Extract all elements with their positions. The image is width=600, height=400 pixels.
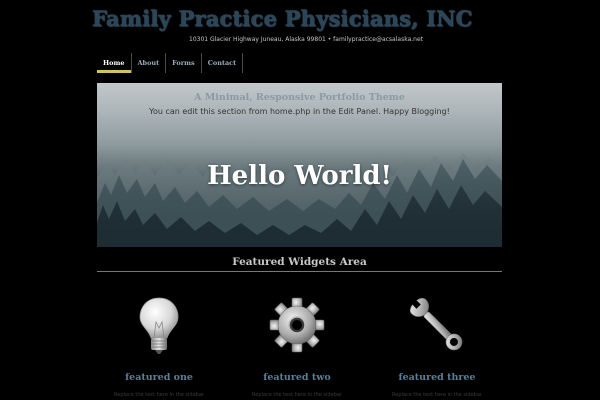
featured-widgets-title: Featured Widgets Area xyxy=(232,256,367,268)
widget-title[interactable]: featured two xyxy=(232,372,362,383)
site-address: 10301 Glacier Highway Juneau, Alaska 998… xyxy=(189,36,424,43)
section-divider xyxy=(97,271,502,272)
featured-widget-one: featured one Replace the text here in th… xyxy=(94,292,224,398)
hero-text: You can edit this section from home.php … xyxy=(149,107,450,116)
nav-item-forms[interactable]: Forms xyxy=(166,53,202,73)
hero-banner: A Minimal, Responsive Portfolio Theme Yo… xyxy=(97,83,502,247)
main-nav: Home About Forms Contact xyxy=(97,53,244,73)
widget-title[interactable]: featured three xyxy=(372,372,502,383)
site-title[interactable]: Family Practice Physicians, INC xyxy=(92,6,473,31)
hero-tagline: A Minimal, Responsive Portfolio Theme xyxy=(194,92,405,103)
widget-text: Replace the text here in the sidebar xyxy=(114,392,204,398)
widget-text: Replace the text here in the sidebar xyxy=(252,392,342,398)
hero-heading: Hello World! xyxy=(207,161,392,191)
widget-text: Replace the text here in the sidebar xyxy=(392,392,482,398)
gear-icon xyxy=(267,292,327,358)
lightbulb-icon xyxy=(129,292,189,358)
wrench-icon xyxy=(407,292,467,358)
widget-title[interactable]: featured one xyxy=(94,372,224,383)
featured-widget-three: featured three Replace the text here in … xyxy=(372,292,502,398)
nav-item-home[interactable]: Home xyxy=(97,53,132,73)
nav-item-contact[interactable]: Contact xyxy=(202,53,244,73)
nav-item-about[interactable]: About xyxy=(132,53,167,73)
featured-widget-two: featured two Replace the text here in th… xyxy=(232,292,362,398)
